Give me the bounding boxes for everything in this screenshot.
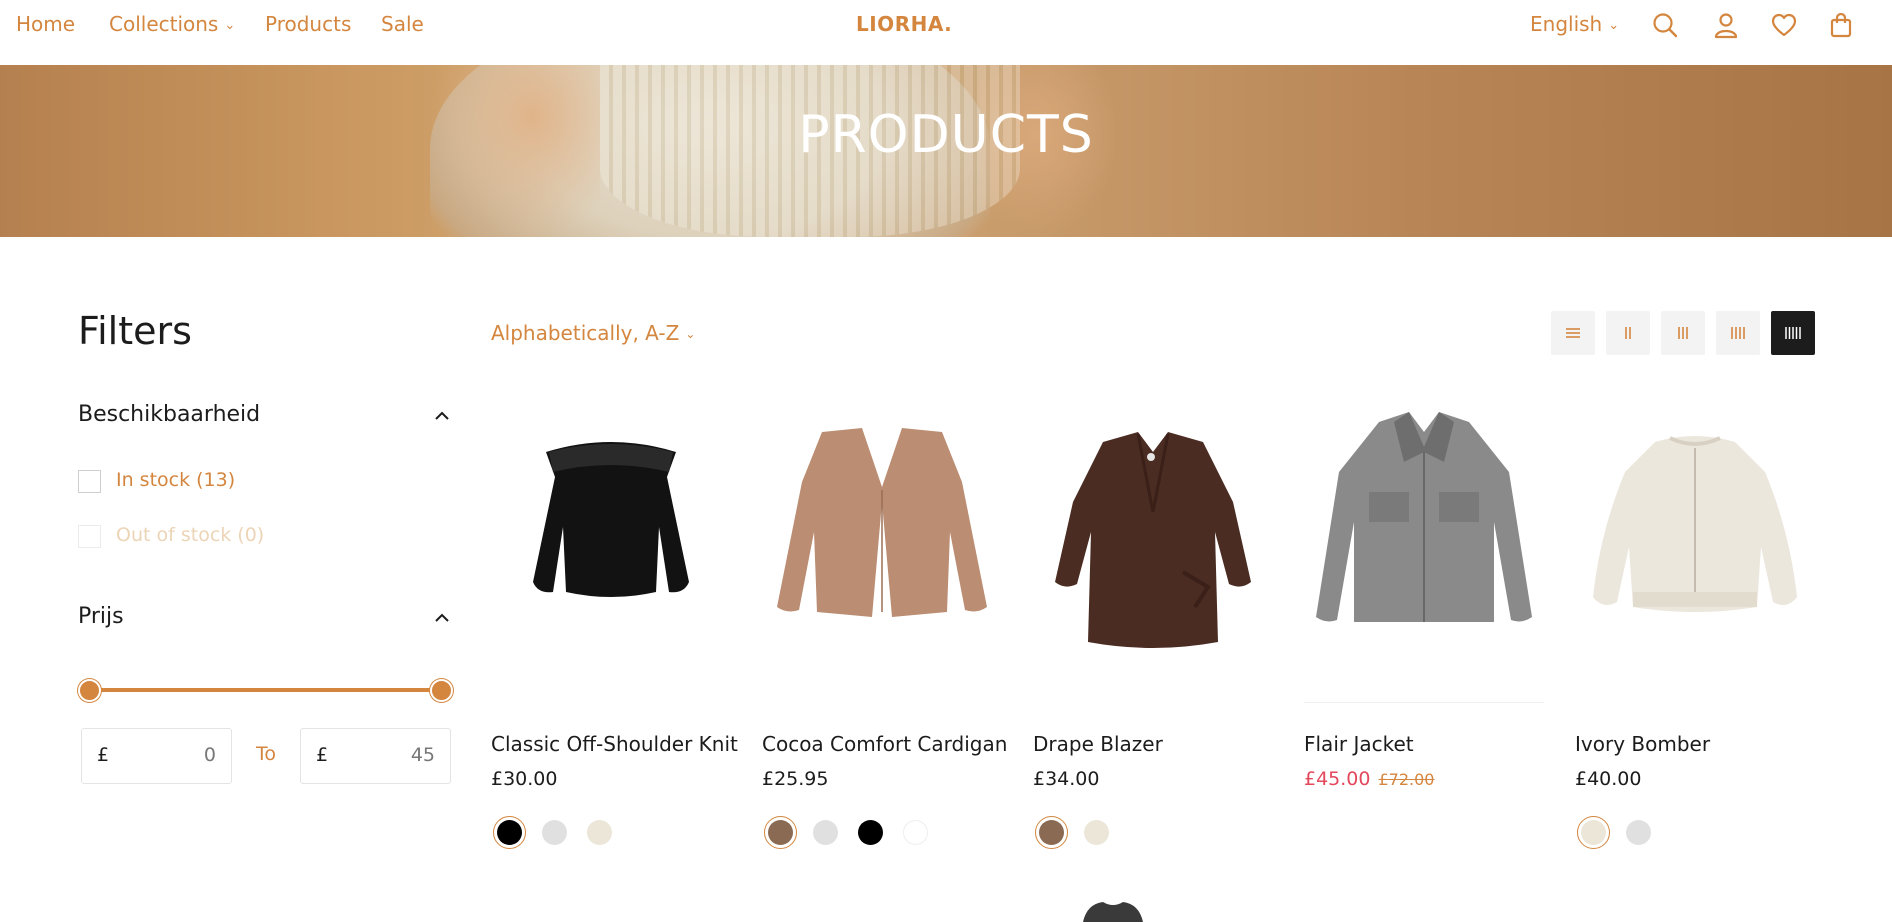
chevron-up-icon[interactable] bbox=[432, 608, 452, 628]
nav-collections-label: Collections bbox=[109, 12, 219, 36]
site-logo[interactable]: LIORHA. bbox=[856, 12, 952, 36]
cart-bag-icon[interactable] bbox=[1827, 11, 1855, 39]
price-slider-max-handle[interactable] bbox=[430, 679, 453, 702]
color-swatch[interactable] bbox=[809, 816, 842, 849]
chevron-up-icon[interactable] bbox=[432, 406, 452, 426]
color-swatch[interactable] bbox=[854, 816, 887, 849]
filters-title: Filters bbox=[78, 309, 192, 353]
product-price: £30.00 bbox=[491, 768, 558, 790]
language-selector[interactable]: English ⌄ bbox=[1530, 12, 1619, 36]
currency-symbol: £ bbox=[97, 744, 110, 766]
site-header: Home Collections ⌄ Products Sale LIORHA. … bbox=[0, 0, 1892, 65]
product-name[interactable]: Drape Blazer bbox=[1033, 732, 1163, 756]
color-swatch[interactable] bbox=[583, 816, 616, 849]
color-swatch[interactable] bbox=[1035, 816, 1068, 849]
sort-label: Alphabetically, A-Z bbox=[491, 321, 680, 345]
nav-sale[interactable]: Sale bbox=[381, 12, 424, 36]
product-image[interactable] bbox=[762, 392, 1002, 702]
language-label: English bbox=[1530, 12, 1603, 36]
wishlist-heart-icon[interactable] bbox=[1770, 11, 1798, 39]
account-icon[interactable] bbox=[1712, 11, 1740, 39]
product-name[interactable]: Classic Off-Shoulder Knit bbox=[491, 732, 738, 756]
sort-dropdown[interactable]: Alphabetically, A-Z ⌄ bbox=[491, 321, 695, 345]
nav-home[interactable]: Home bbox=[16, 12, 75, 36]
filter-price-title[interactable]: Prijs bbox=[78, 604, 124, 629]
sale-price: £45.00 bbox=[1304, 768, 1371, 790]
product-name[interactable]: Ivory Bomber bbox=[1575, 732, 1710, 756]
product-price: £34.00 bbox=[1033, 768, 1100, 790]
color-swatch[interactable] bbox=[538, 816, 571, 849]
grid-5-icon[interactable] bbox=[1771, 311, 1815, 355]
price-min-field[interactable]: £ 0 bbox=[81, 728, 232, 784]
price-min-value[interactable]: 0 bbox=[204, 744, 216, 766]
grid-2-icon[interactable] bbox=[1606, 311, 1650, 355]
product-name[interactable]: Flair Jacket bbox=[1304, 732, 1414, 756]
nav-products[interactable]: Products bbox=[265, 12, 351, 36]
in-stock-label[interactable]: In stock (13) bbox=[116, 469, 235, 491]
search-icon[interactable] bbox=[1651, 11, 1679, 39]
hero-banner: PRODUCTS bbox=[0, 65, 1892, 237]
product-sale-price: £45.00 £72.00 bbox=[1304, 768, 1434, 790]
price-to-label: To bbox=[256, 743, 277, 765]
nav-collections[interactable]: Collections ⌄ bbox=[109, 12, 235, 36]
page-title: PRODUCTS bbox=[798, 105, 1094, 165]
product-price: £25.95 bbox=[762, 768, 829, 790]
product-image[interactable] bbox=[1033, 392, 1273, 702]
filter-availability-title[interactable]: Beschikbaarheid bbox=[78, 402, 260, 427]
product-image[interactable] bbox=[1304, 392, 1544, 702]
grid-3-icon[interactable] bbox=[1661, 311, 1705, 355]
product-image[interactable] bbox=[491, 392, 731, 702]
price-slider-min-handle[interactable] bbox=[78, 679, 101, 702]
product-name[interactable]: Cocoa Comfort Cardigan bbox=[762, 732, 1007, 756]
product-image-partial[interactable] bbox=[1073, 898, 1153, 922]
color-swatch[interactable] bbox=[1080, 816, 1113, 849]
out-of-stock-label: Out of stock (0) bbox=[116, 524, 265, 546]
price-max-field[interactable]: £ 45 bbox=[300, 728, 451, 784]
compare-at-price: £72.00 bbox=[1378, 770, 1435, 789]
chevron-down-icon: ⌄ bbox=[224, 18, 236, 33]
product-image[interactable] bbox=[1575, 392, 1815, 702]
chevron-down-icon: ⌄ bbox=[1608, 18, 1620, 33]
color-swatch[interactable] bbox=[764, 816, 797, 849]
grid-4-icon[interactable] bbox=[1716, 311, 1760, 355]
color-swatch[interactable] bbox=[1577, 816, 1610, 849]
color-swatch[interactable] bbox=[899, 816, 932, 849]
product-price: £40.00 bbox=[1575, 768, 1642, 790]
list-view-icon[interactable] bbox=[1551, 311, 1595, 355]
price-slider-track[interactable] bbox=[90, 688, 442, 692]
checkbox-in-stock[interactable] bbox=[78, 470, 101, 493]
currency-symbol: £ bbox=[316, 744, 329, 766]
color-swatch[interactable] bbox=[1622, 816, 1655, 849]
chevron-down-icon: ⌄ bbox=[685, 327, 696, 341]
checkbox-out-of-stock bbox=[78, 525, 101, 548]
color-swatch[interactable] bbox=[493, 816, 526, 849]
price-max-value[interactable]: 45 bbox=[411, 744, 435, 766]
